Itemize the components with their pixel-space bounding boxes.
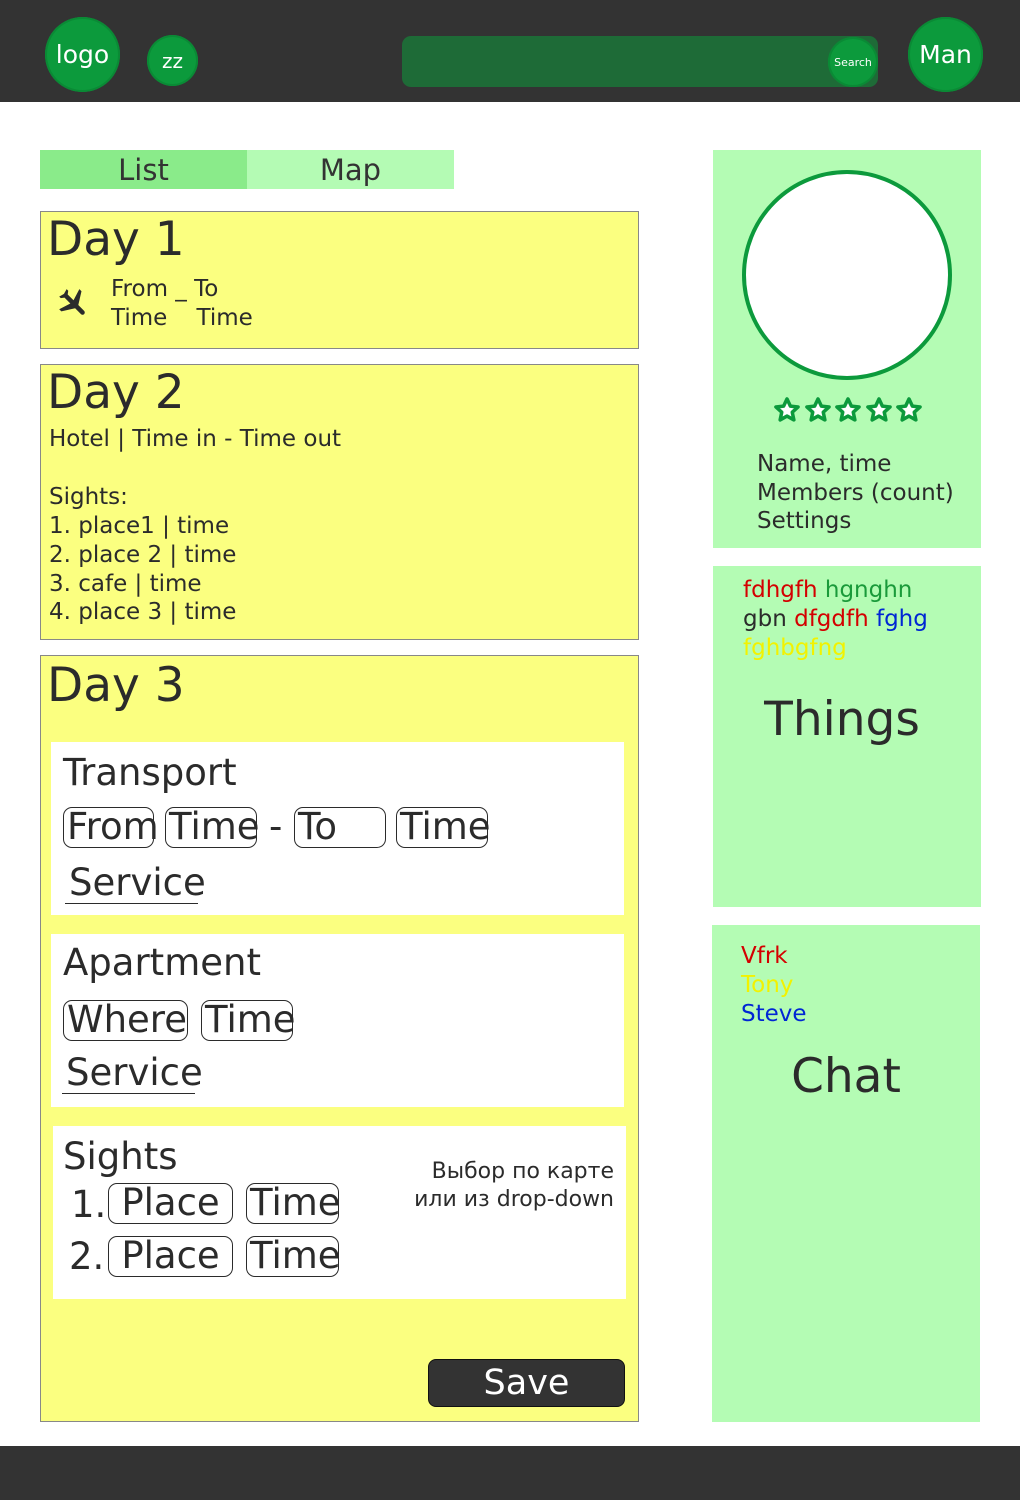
sight-item: 1. place1 | time [49, 513, 230, 539]
sight-number: 2. [69, 1235, 105, 1278]
chat-panel: Vfrk Tony Steve Chat [712, 925, 980, 1422]
search-button[interactable]: Search [828, 37, 878, 87]
trip-members-count[interactable]: Members (count) [757, 479, 954, 508]
day-1-title: Day 1 [47, 212, 185, 267]
chat-label: Chat [791, 1049, 901, 1104]
things-tags: fdhgfh hgnghn gbn dfgdfh fghg fghbgfng [743, 576, 973, 663]
thing-tag[interactable]: fghbgfng [743, 635, 847, 661]
user-menu-button[interactable]: Man [908, 17, 983, 92]
chat-user[interactable]: Tony [741, 971, 807, 1000]
transport-arrival-time-field[interactable]: Time [396, 807, 491, 848]
trip-settings-link[interactable]: Settings [757, 507, 851, 536]
things-label: Things [764, 692, 920, 747]
transport-title: Transport [63, 751, 237, 794]
chat-user[interactable]: Vfrk [741, 942, 807, 971]
flight-times: Time Time [111, 305, 253, 331]
apartment-title: Apartment [63, 941, 261, 984]
airplane-icon [55, 286, 91, 322]
apartment-service-link[interactable]: Service [62, 1054, 203, 1094]
sight-number: 1. [71, 1183, 107, 1226]
transport-to-field[interactable]: To [294, 807, 386, 848]
chat-users: Vfrk Tony Steve [741, 942, 807, 1029]
sights-selection-note: Выбор по карте или из drop-down [414, 1158, 614, 1214]
star-icon[interactable] [895, 396, 923, 424]
save-button[interactable]: Save [428, 1359, 625, 1407]
logo-button[interactable]: logo [45, 17, 120, 92]
sight-place-field[interactable]: Place [108, 1236, 233, 1277]
avatar[interactable] [742, 170, 952, 380]
transport-dash: - [269, 805, 283, 848]
zz-button[interactable]: zz [147, 35, 198, 86]
note-line: Выбор по карте [431, 1159, 614, 1184]
sight-item: 3. cafe | time [49, 571, 202, 597]
transport-departure-time-field[interactable]: Time [165, 807, 260, 848]
thing-tag[interactable]: fghg [876, 606, 928, 632]
sight-item: 2. place 2 | time [49, 542, 237, 568]
sights-title: Sights [63, 1135, 178, 1178]
day-3-card: Day 3 Transport From Time - To Time Serv… [40, 655, 639, 1422]
sights-panel: Sights 1. Place Time 2. Place Time Выбор… [53, 1126, 626, 1299]
sight-place-field[interactable]: Place [108, 1183, 233, 1224]
day-3-title: Day 3 [47, 658, 185, 713]
tab-list[interactable]: List [40, 150, 247, 189]
transport-service-link[interactable]: Service [65, 864, 206, 904]
hotel-info: Hotel | Time in - Time out [49, 426, 342, 452]
apartment-panel: Apartment Where Time Service [51, 934, 624, 1107]
note-line: или из drop-down [414, 1187, 614, 1212]
star-icon[interactable] [865, 396, 893, 424]
trip-profile-card: Name, time Members (count) Settings [713, 150, 981, 548]
apartment-time-field[interactable]: Time [201, 1000, 296, 1041]
star-icon[interactable] [804, 396, 832, 424]
tab-map[interactable]: Map [247, 150, 454, 189]
footer-bar [0, 1446, 1020, 1500]
thing-tag[interactable]: fdhgfh [743, 577, 818, 603]
sight-time-field[interactable]: Time [246, 1236, 341, 1277]
search-input[interactable] [402, 36, 878, 87]
chat-user[interactable]: Steve [741, 1000, 807, 1029]
sight-item: 4. place 3 | time [49, 599, 237, 625]
day-2-title: Day 2 [47, 365, 185, 420]
sights-label: Sights: [49, 484, 128, 510]
star-icon[interactable] [773, 396, 801, 424]
rating-stars[interactable] [773, 396, 923, 426]
transport-from-field[interactable]: From [63, 807, 159, 848]
apartment-where-field[interactable]: Where [63, 1000, 188, 1041]
day-1-card: Day 1 From _ To Time Time [40, 211, 639, 349]
flight-from-to: From _ To [111, 276, 219, 302]
sight-time-field[interactable]: Time [246, 1183, 341, 1224]
thing-tag[interactable]: gbn [743, 606, 787, 632]
trip-name-time: Name, time [757, 451, 892, 477]
thing-tag[interactable]: hgnghn [825, 577, 913, 603]
day-2-card: Day 2 Hotel | Time in - Time out Sights:… [40, 364, 639, 640]
transport-panel: Transport From Time - To Time Service [51, 742, 624, 915]
thing-tag[interactable]: dfgdfh [794, 606, 869, 632]
things-panel: fdhgfh hgnghn gbn dfgdfh fghg fghbgfng T… [713, 566, 981, 907]
star-icon[interactable] [834, 396, 862, 424]
